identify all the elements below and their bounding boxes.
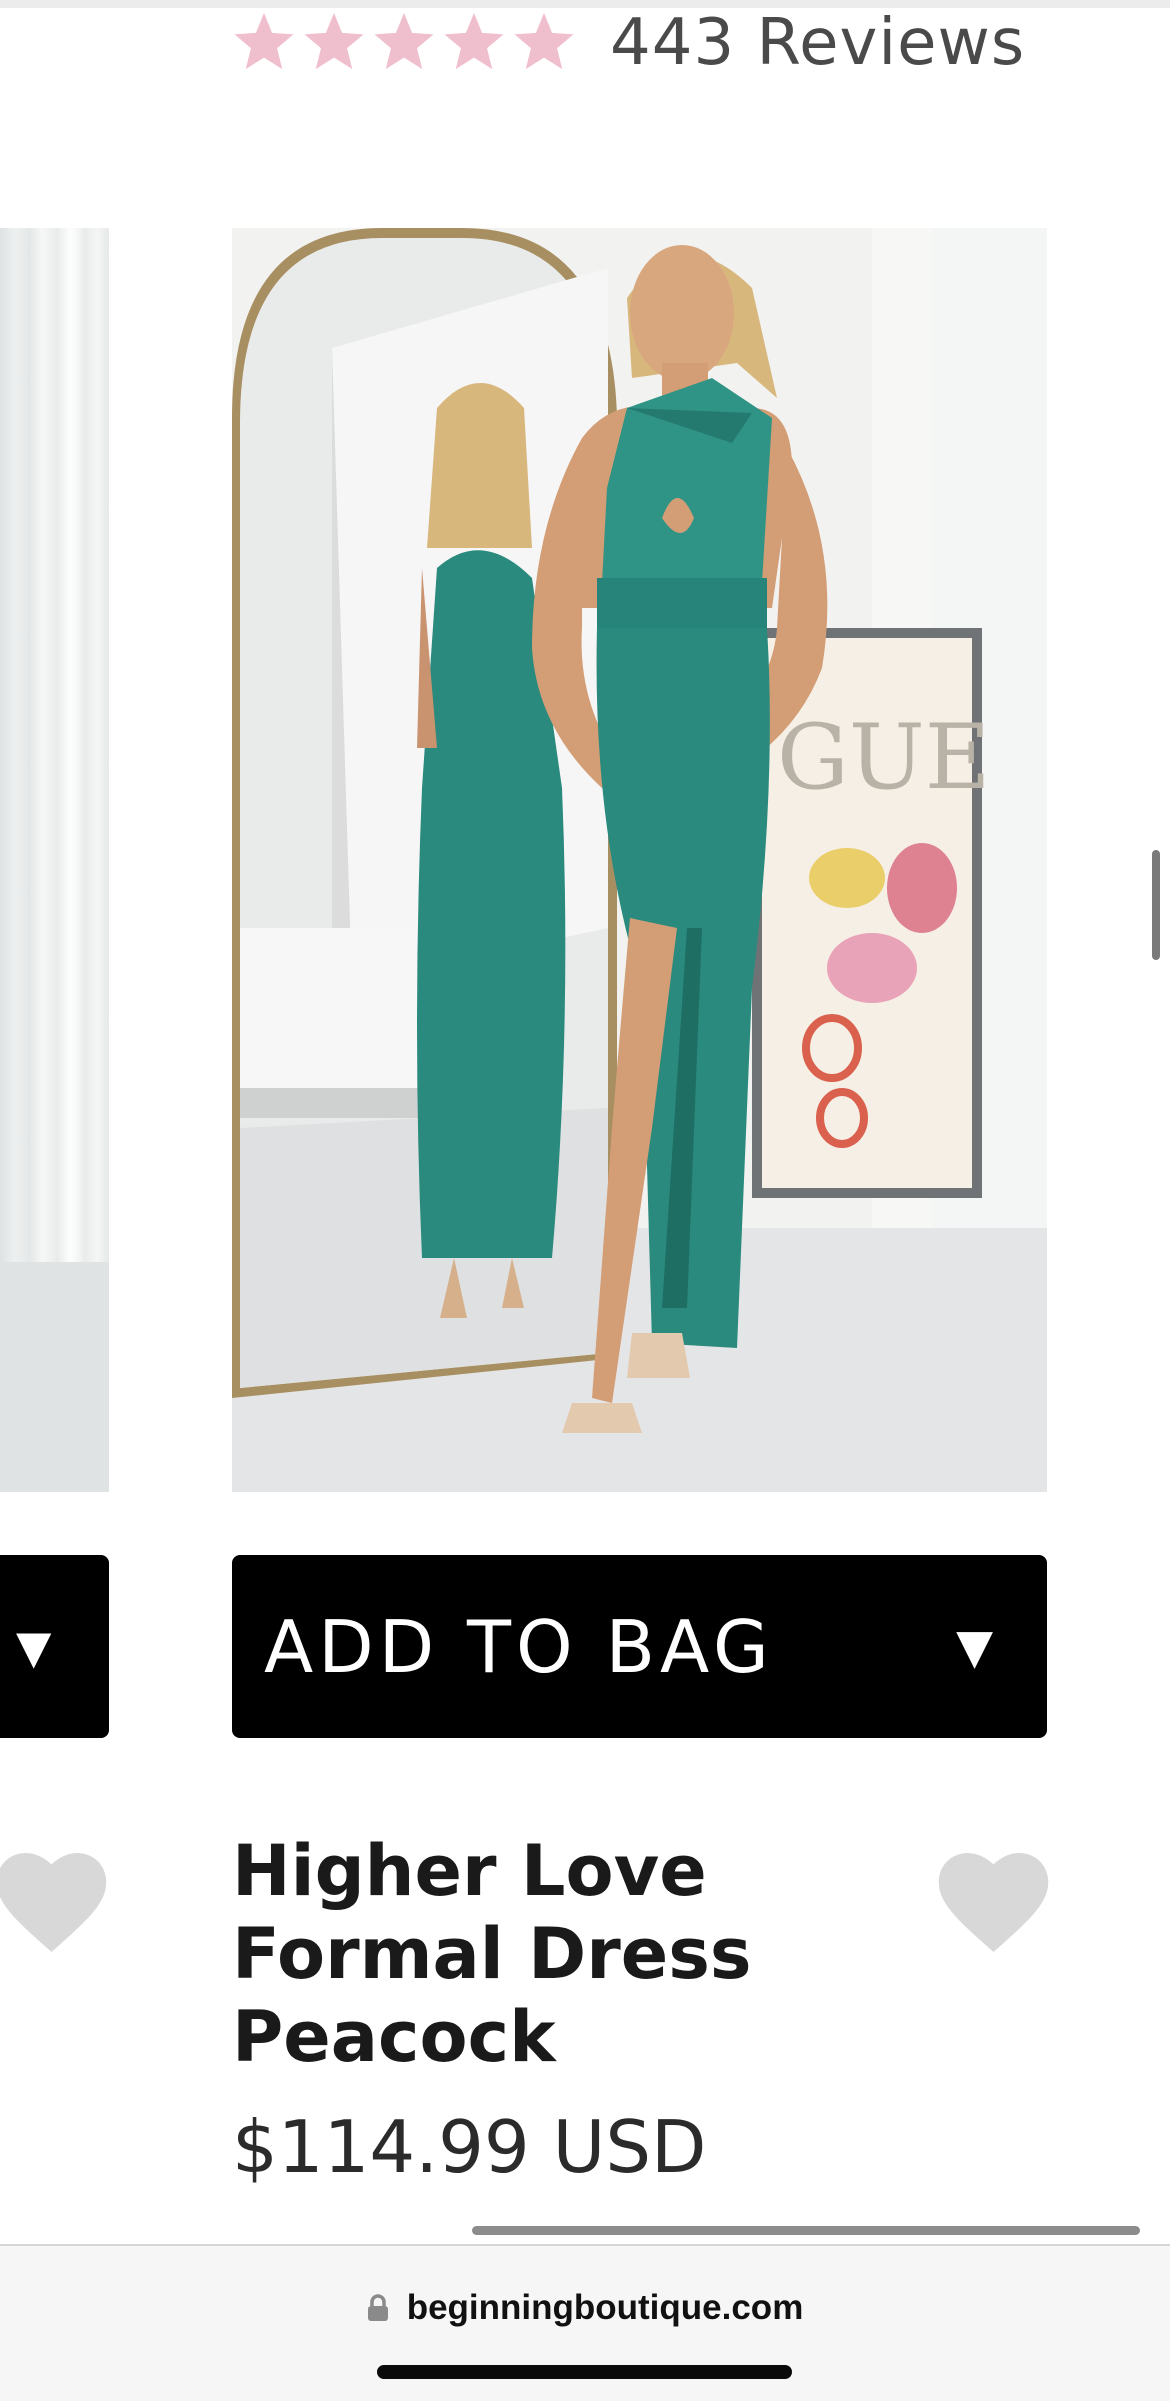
- star-icon: [512, 13, 576, 73]
- wishlist-heart-icon[interactable]: [936, 1852, 1051, 1957]
- add-to-bag-label: ADD TO BAG: [264, 1604, 774, 1689]
- url-display[interactable]: beginningboutique.com: [0, 2288, 1170, 2328]
- reviews-count[interactable]: 443 Reviews: [610, 6, 1025, 80]
- vertical-scrollbar[interactable]: [1152, 850, 1160, 960]
- product-image[interactable]: GUE: [232, 228, 1047, 1492]
- star-icon: [442, 13, 506, 73]
- chevron-down-icon: ▼: [956, 1618, 993, 1675]
- star-icon: [372, 13, 436, 73]
- lock-icon: [367, 2294, 389, 2322]
- floor-backdrop: [0, 1262, 109, 1492]
- url-text[interactable]: beginningboutique.com: [407, 2288, 804, 2328]
- product-price: $114.99 USD: [232, 2105, 707, 2189]
- horizontal-scrollbar[interactable]: [472, 2226, 1140, 2235]
- curtain-backdrop: [0, 228, 109, 1288]
- home-indicator[interactable]: [377, 2365, 792, 2379]
- chevron-down-icon: ▼: [16, 1619, 52, 1674]
- add-to-bag-button[interactable]: ADD TO BAG ▼: [232, 1555, 1047, 1738]
- browser-address-bar[interactable]: beginningboutique.com: [0, 2244, 1170, 2401]
- star-icon: [232, 13, 296, 73]
- star-rating: [232, 13, 576, 73]
- previous-product-image[interactable]: [0, 228, 109, 1492]
- previous-wishlist-heart-icon[interactable]: [0, 1852, 109, 1957]
- previous-add-to-bag-button[interactable]: ▼: [0, 1555, 109, 1738]
- rating-summary[interactable]: 443 Reviews: [232, 6, 1025, 80]
- svg-text:GUE: GUE: [777, 705, 990, 810]
- page: 443 Reviews ▼ GUE ADD TO BAG ▼ Higher Lo…: [0, 0, 1170, 2401]
- star-icon: [302, 13, 366, 73]
- product-title[interactable]: Higher Love Formal Dress Peacock: [232, 1830, 792, 2079]
